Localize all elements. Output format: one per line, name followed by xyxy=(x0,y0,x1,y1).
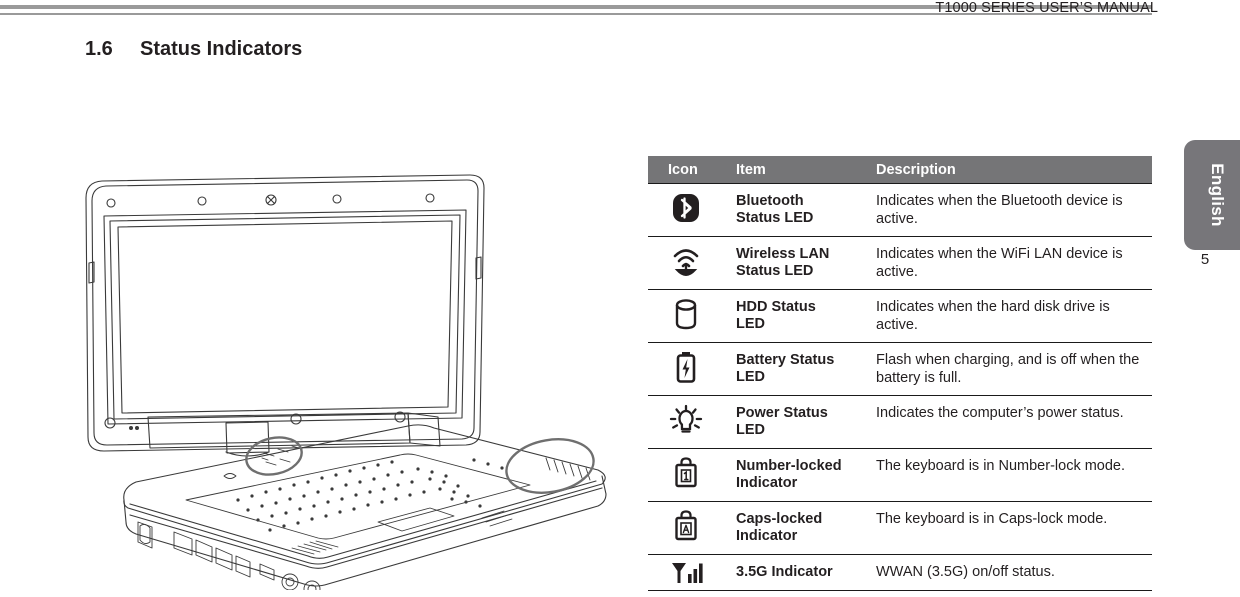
item-line-2: LED xyxy=(736,316,765,332)
item-line-2: Indicator xyxy=(736,528,798,544)
item-line-1: Wireless LAN xyxy=(736,246,830,262)
item-line-1: Power Status xyxy=(736,405,828,421)
keyboard-keys xyxy=(236,458,504,532)
section-number: 1.6 xyxy=(85,38,113,60)
caps-lock-icon xyxy=(648,502,736,543)
section-title: Status Indicators xyxy=(140,38,303,60)
power-lightbulb-icon xyxy=(648,396,736,435)
description-text: Indicates when the Bluetooth device is a… xyxy=(876,193,1123,227)
screen-shell xyxy=(85,174,485,452)
item-label: Wireless LAN Status LED xyxy=(736,237,876,280)
hdd-icon xyxy=(648,290,736,331)
table-row: Bluetooth Status LED Indicates when the … xyxy=(648,184,1152,237)
description-text: Indicates when the hard disk drive is ac… xyxy=(876,299,1110,333)
screen-small-leds xyxy=(129,426,139,430)
item-line-2: LED xyxy=(736,369,765,385)
description-text: Indicates when the WiFi LAN device is ac… xyxy=(876,246,1123,280)
bluetooth-icon xyxy=(648,184,736,225)
item-line-1: Bluetooth xyxy=(736,193,804,209)
item-line-2: Indicator xyxy=(736,475,798,491)
illustration-callouts xyxy=(245,436,595,494)
page-title: 1.6 Status Indicators xyxy=(85,38,302,61)
table-row: Wireless LAN Status LED Indicates when t… xyxy=(648,237,1152,290)
description-text: Flash when charging, and is off when the… xyxy=(876,352,1140,386)
description-text: WWAN (3.5G) on/off status. xyxy=(876,563,1055,580)
wireless-lan-icon xyxy=(648,237,736,278)
item-label: Number-locked Indicator xyxy=(736,449,876,492)
column-header-description: Description xyxy=(876,161,956,178)
table-row: HDD Status LED Indicates when the hard d… xyxy=(648,290,1152,343)
description-text: The keyboard is in Caps-lock mode. xyxy=(876,511,1108,527)
item-label: HDD Status LED xyxy=(736,290,876,333)
item-label: Bluetooth Status LED xyxy=(736,184,876,227)
item-label: Battery Status LED xyxy=(736,343,876,386)
signal-bars-icon xyxy=(648,560,736,586)
item-line-1: Battery Status xyxy=(736,352,835,368)
item-label: Power Status LED xyxy=(736,396,876,439)
table-row: 3.5G Indicator WWAN (3.5G) on/off status… xyxy=(648,555,1152,591)
column-header-item: Item xyxy=(736,161,766,178)
table-row: Power Status LED Indicates the computer’… xyxy=(648,396,1152,449)
item-line-1: Caps-locked xyxy=(736,511,823,527)
item-line-1: Number-locked xyxy=(736,458,842,474)
description-text: Indicates the computer’s power status. xyxy=(876,405,1124,421)
item-line-2: Status LED xyxy=(736,210,814,226)
column-header-icon: Icon xyxy=(668,161,698,178)
language-tab: English xyxy=(1184,140,1240,250)
number-lock-icon xyxy=(648,449,736,490)
description-text: The keyboard is in Number-lock mode. xyxy=(876,458,1126,474)
language-tab-label: English xyxy=(1208,163,1227,227)
item-label: 3.5G Indicator xyxy=(736,564,833,580)
table-row: Caps-locked Indicator The keyboard is in… xyxy=(648,502,1152,555)
item-line-2: LED xyxy=(736,422,765,438)
device-illustration xyxy=(78,170,618,597)
table-row: Battery Status LED Flash when charging, … xyxy=(648,343,1152,396)
item-line-1: HDD Status xyxy=(736,299,816,315)
table-header-row: Icon Item Description xyxy=(648,156,1152,184)
battery-charging-icon xyxy=(648,343,736,384)
status-indicator-table: Icon Item Description Bluetooth Status L… xyxy=(648,156,1152,591)
item-line-2: Status LED xyxy=(736,263,814,279)
page-number: 5 xyxy=(1200,251,1210,268)
table-row: Number-locked Indicator The keyboard is … xyxy=(648,449,1152,502)
manual-title: T1000 SERIES USER’S MANUAL xyxy=(935,0,1158,16)
item-label: Caps-locked Indicator xyxy=(736,502,876,545)
